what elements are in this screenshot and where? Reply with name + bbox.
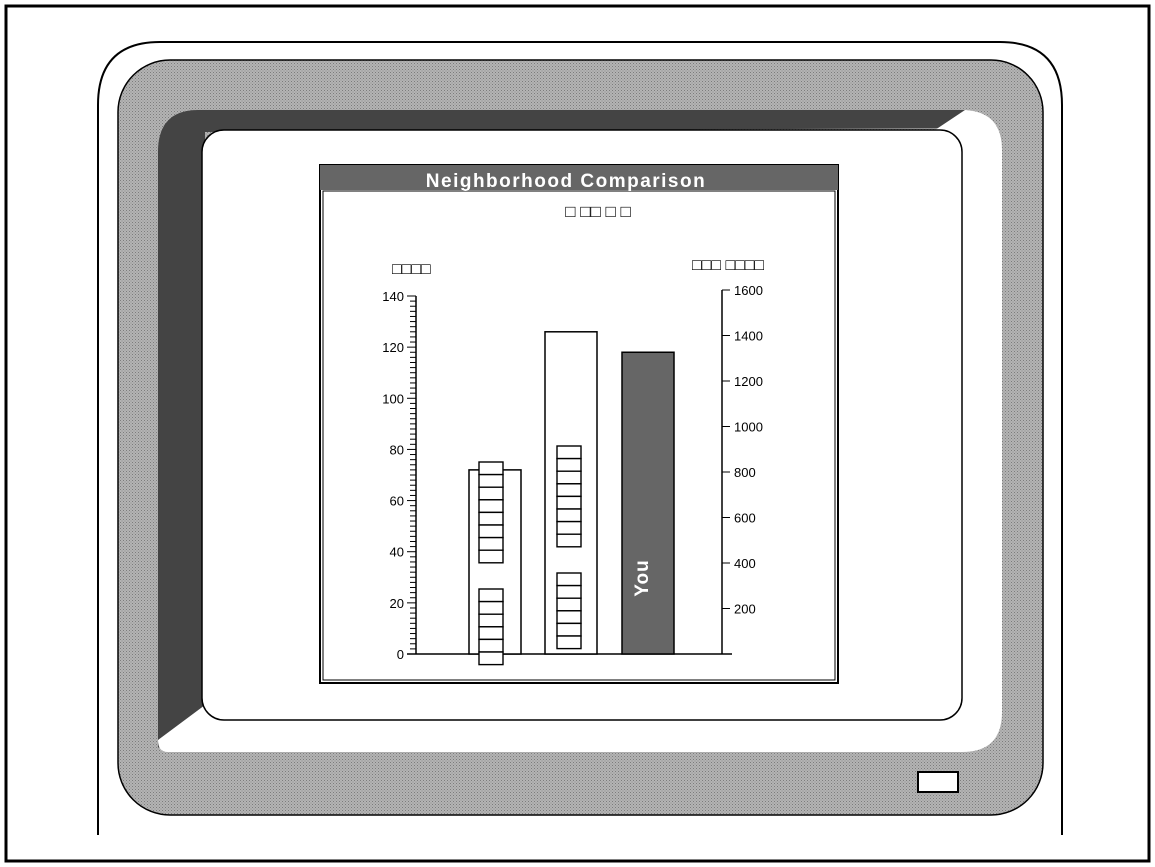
bar-glyph-box xyxy=(556,597,582,612)
left-axis-tick-label: 100 xyxy=(382,391,404,406)
bar-glyph-box xyxy=(556,483,582,498)
bar-glyph-box xyxy=(478,549,504,564)
left-axis-tick-label: 0 xyxy=(397,647,404,662)
bar-glyph-box xyxy=(478,499,504,514)
power-button xyxy=(917,771,959,793)
bar-glyph-box xyxy=(478,626,504,641)
chart-window: Neighborhood Comparison □ □□ □ □ □□□□ □□… xyxy=(319,164,839,684)
bar-glyph-box xyxy=(556,520,582,535)
bar-glyph-box xyxy=(478,473,504,488)
bar-glyph-box xyxy=(556,533,582,548)
left-axis-label: □□□□ xyxy=(392,261,431,278)
bar-glyph-box xyxy=(478,511,504,526)
bar-glyph-box xyxy=(556,610,582,625)
bar-glyph-box xyxy=(556,635,582,650)
bar-glyph-box xyxy=(478,461,504,476)
left-axis-tick-label: 40 xyxy=(390,545,404,560)
right-axis-tick-label: 600 xyxy=(734,511,756,526)
left-axis-tick-label: 20 xyxy=(390,596,404,611)
bar-glyph-box xyxy=(478,638,504,653)
bar-glyph-box xyxy=(556,572,582,587)
right-axis-tick-label: 400 xyxy=(734,556,756,571)
bar-glyph-box xyxy=(478,536,504,551)
bar-glyph-box xyxy=(478,613,504,628)
right-axis-tick-label: 800 xyxy=(734,465,756,480)
bar-glyph-box xyxy=(556,457,582,472)
bar-glyph-box xyxy=(556,584,582,599)
right-axis-tick-label: 1600 xyxy=(734,283,763,298)
chart-title: Neighborhood Comparison xyxy=(426,171,706,192)
bar-glyph-box xyxy=(478,600,504,615)
bar-label: You xyxy=(632,559,653,596)
monitor-illustration: Neighborhood Comparison □ □□ □ □ □□□□ □□… xyxy=(4,4,1151,863)
bar-glyph-box xyxy=(478,588,504,603)
right-axis-label: □□□ □□□□ xyxy=(692,257,764,274)
left-axis-tick-label: 80 xyxy=(390,442,404,457)
right-axis-tick-label: 1200 xyxy=(734,374,763,389)
right-axis-tick-label: 200 xyxy=(734,602,756,617)
bar-glyph-box xyxy=(478,651,504,666)
bar-glyph-box xyxy=(556,495,582,510)
chart-subtitle: □ □□ □ □ xyxy=(565,202,631,221)
left-axis-tick-label: 120 xyxy=(382,340,404,355)
left-axis-tick-label: 140 xyxy=(382,289,404,304)
bar-glyph-box xyxy=(556,622,582,637)
bar-glyph-box xyxy=(556,508,582,523)
bar-glyph-box xyxy=(556,470,582,485)
bar-glyph-box xyxy=(478,524,504,539)
bar-glyph-box xyxy=(478,486,504,501)
right-axis-tick-label: 1000 xyxy=(734,420,763,435)
right-axis-tick-label: 1400 xyxy=(734,329,763,344)
left-axis-tick-label: 60 xyxy=(390,494,404,509)
bar xyxy=(621,351,675,655)
bar-glyph-box xyxy=(556,445,582,460)
